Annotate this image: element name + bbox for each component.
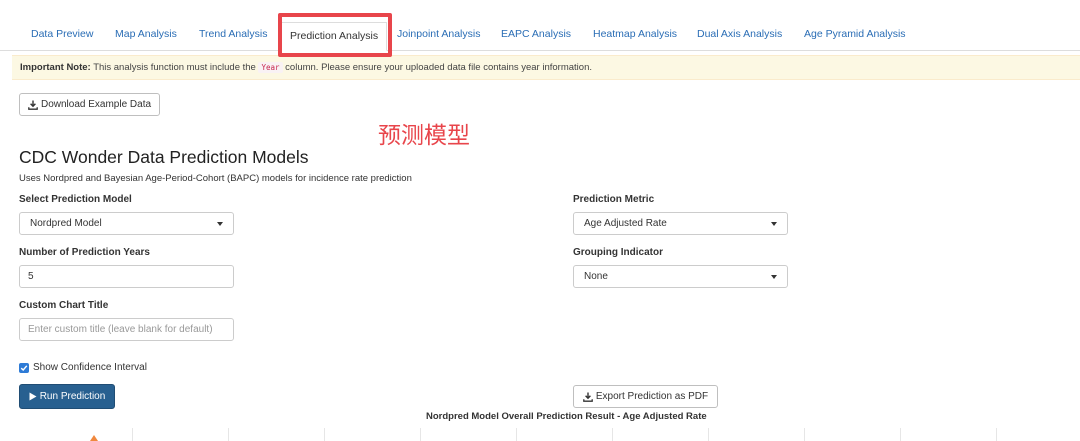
confidence-interval-label: Show Confidence Interval bbox=[33, 362, 147, 373]
group-select-value: None bbox=[584, 271, 608, 282]
tab-joinpoint-analysis[interactable]: Joinpoint Analysis bbox=[397, 28, 480, 40]
download-example-button[interactable]: Download Example Data bbox=[19, 93, 160, 116]
tab-prediction-analysis[interactable]: Prediction Analysis bbox=[281, 22, 388, 51]
note-code: Year bbox=[258, 62, 283, 73]
check-icon bbox=[20, 364, 28, 371]
page-title: CDC Wonder Data Prediction Models bbox=[19, 147, 309, 167]
years-input[interactable] bbox=[19, 265, 234, 288]
chart-gridline bbox=[612, 428, 613, 441]
custom-title-input[interactable] bbox=[19, 318, 234, 341]
custom-title-label: Custom Chart Title bbox=[19, 300, 109, 311]
note-strong: Important Note: bbox=[20, 62, 91, 73]
metric-select-value: Age Adjusted Rate bbox=[584, 218, 667, 229]
tab-eapc-analysis[interactable]: EAPC Analysis bbox=[501, 28, 571, 40]
chevron-down-icon bbox=[217, 221, 223, 226]
tab-map-analysis[interactable]: Map Analysis bbox=[115, 28, 177, 40]
tab-heatmap-analysis[interactable]: Heatmap Analysis bbox=[593, 28, 677, 40]
chart-gridline bbox=[516, 428, 517, 441]
chart-gridline bbox=[228, 428, 229, 441]
chart-gridline bbox=[900, 428, 901, 441]
model-select-value: Nordpred Model bbox=[30, 218, 102, 229]
export-pdf-button[interactable]: Export Prediction as PDF bbox=[573, 385, 718, 408]
chart-gridline bbox=[324, 428, 325, 441]
download-example-label: Download Example Data bbox=[40, 99, 152, 110]
chart-title: Nordpred Model Overall Prediction Result… bbox=[426, 411, 707, 422]
annotation-text: 预测模型 bbox=[378, 123, 470, 149]
checkbox-checked[interactable] bbox=[19, 362, 29, 373]
note-text-before: This analysis function must include the bbox=[93, 62, 256, 73]
metric-select[interactable]: Age Adjusted Rate bbox=[573, 212, 788, 235]
group-label: Grouping Indicator bbox=[573, 247, 663, 258]
tab-dual-axis-analysis[interactable]: Dual Axis Analysis bbox=[697, 28, 782, 40]
years-label: Number of Prediction Years bbox=[19, 247, 150, 258]
chart-series-marker bbox=[90, 435, 98, 441]
note-text-after: column. Please ensure your uploaded data… bbox=[285, 62, 592, 73]
download-icon bbox=[28, 100, 38, 110]
chart-area bbox=[36, 424, 1080, 441]
run-prediction-label: Run Prediction bbox=[39, 391, 106, 402]
confidence-interval-checkbox[interactable]: Show Confidence Interval bbox=[19, 362, 147, 373]
chart-gridline bbox=[420, 428, 421, 441]
chevron-down-icon bbox=[771, 274, 777, 279]
play-icon bbox=[29, 392, 37, 401]
page-subtitle: Uses Nordpred and Bayesian Age-Period-Co… bbox=[19, 173, 412, 184]
tab-bar: Data Preview Map Analysis Trend Analysis… bbox=[0, 0, 1080, 54]
chart-gridline bbox=[996, 428, 997, 441]
tab-data-preview[interactable]: Data Preview bbox=[31, 28, 93, 40]
run-prediction-button[interactable]: Run Prediction bbox=[19, 384, 115, 409]
chart-gridline bbox=[132, 428, 133, 441]
group-select[interactable]: None bbox=[573, 265, 788, 288]
chevron-down-icon bbox=[771, 221, 777, 226]
download-icon bbox=[583, 392, 593, 402]
important-note: Important Note: This analysis function m… bbox=[12, 55, 1080, 80]
tab-age-pyramid-analysis[interactable]: Age Pyramid Analysis bbox=[804, 28, 906, 40]
model-label: Select Prediction Model bbox=[19, 194, 132, 205]
tab-trend-analysis[interactable]: Trend Analysis bbox=[199, 28, 267, 40]
export-pdf-label: Export Prediction as PDF bbox=[595, 391, 709, 402]
chart-gridline bbox=[708, 428, 709, 441]
model-select[interactable]: Nordpred Model bbox=[19, 212, 234, 235]
metric-label: Prediction Metric bbox=[573, 194, 655, 205]
chart-gridline bbox=[804, 428, 805, 441]
